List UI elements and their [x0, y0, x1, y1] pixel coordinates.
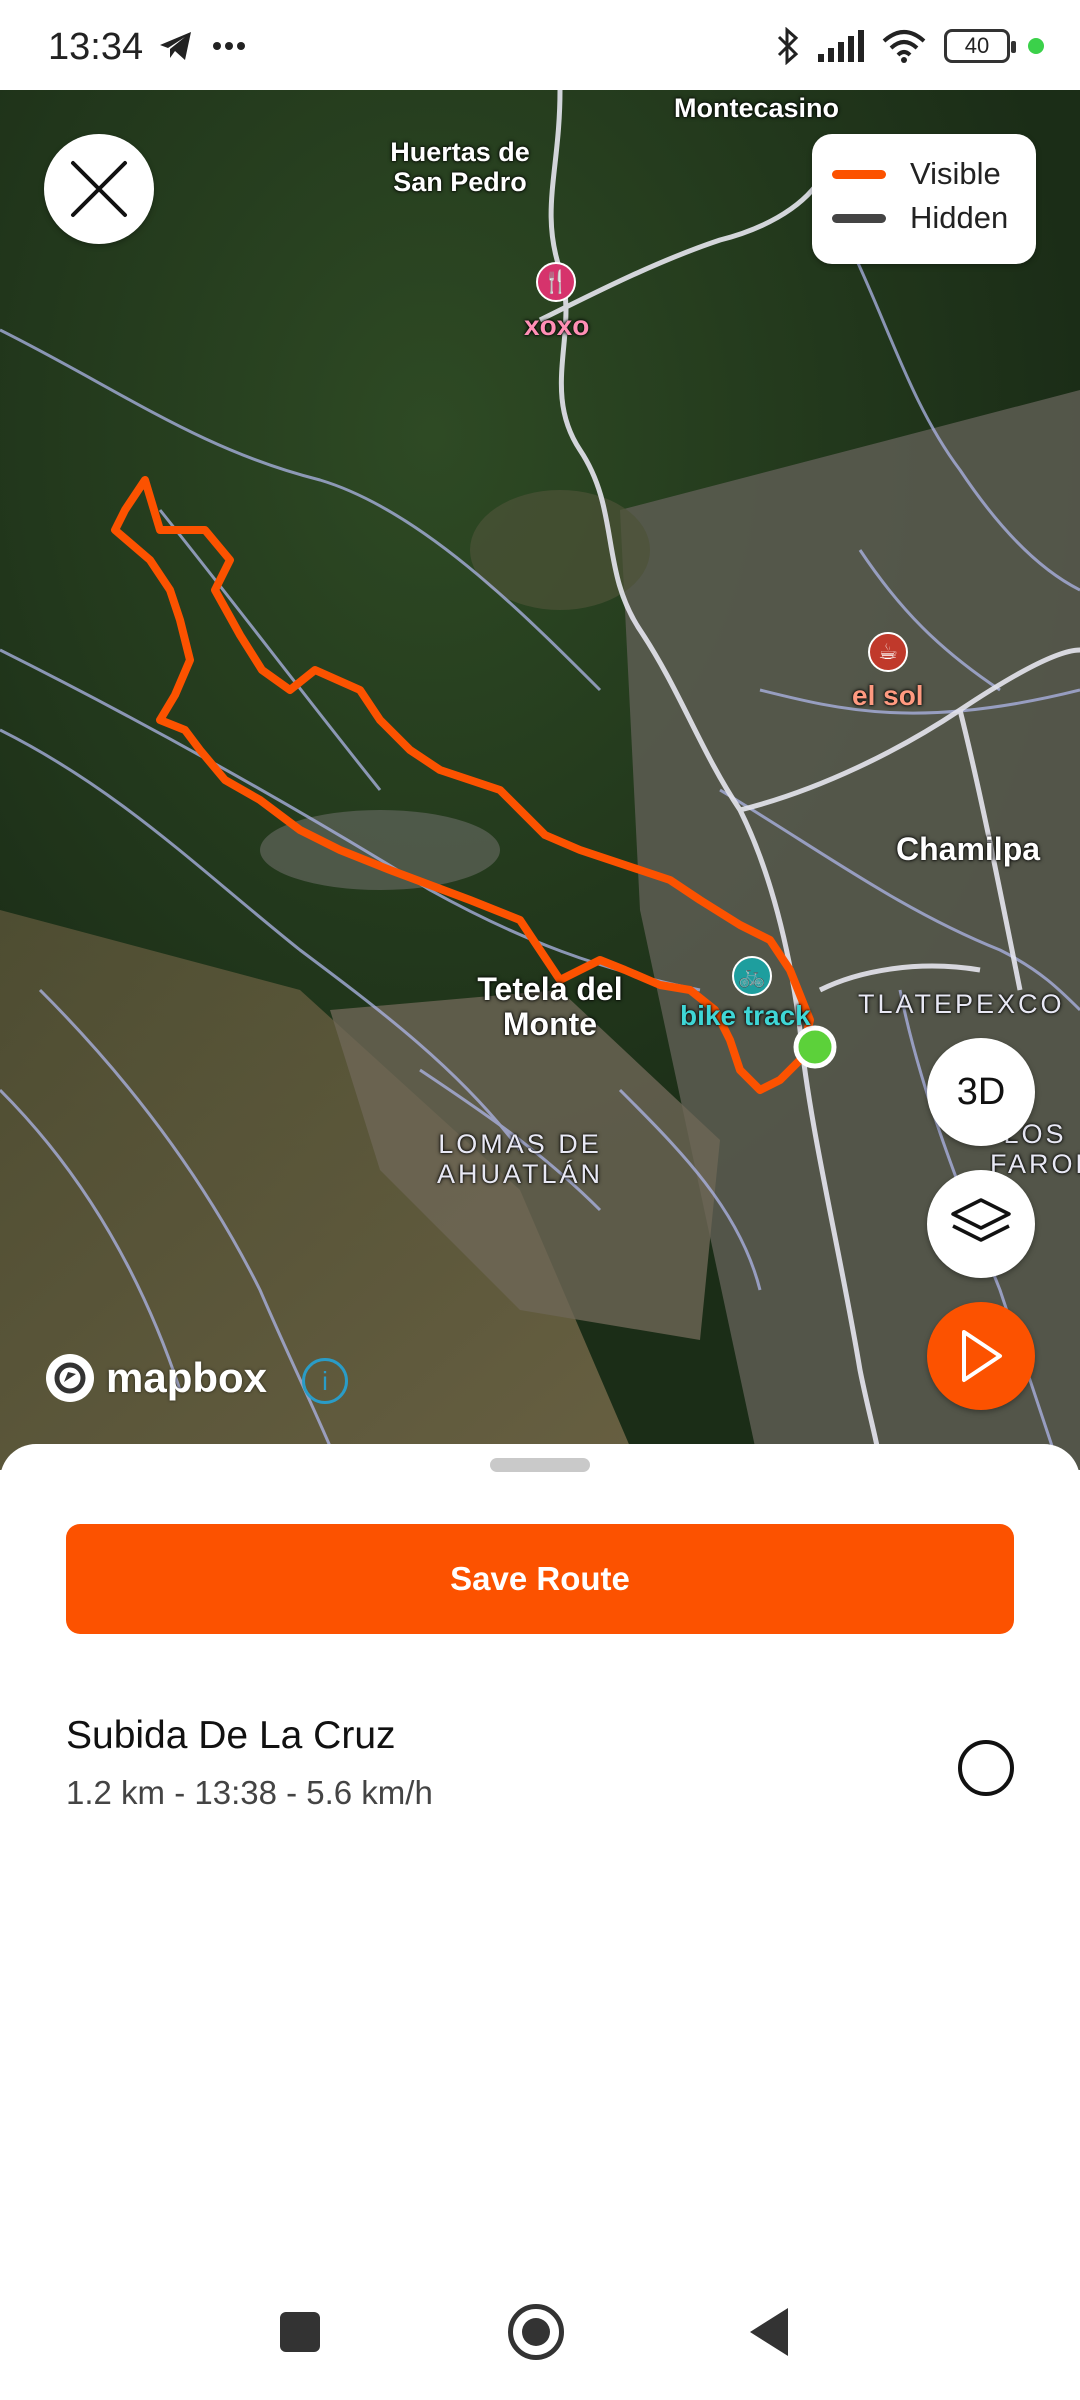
home-button[interactable]	[508, 2304, 564, 2360]
status-left-icons	[158, 26, 246, 66]
place-label-tetela-line2: Monte	[502, 1006, 598, 1043]
place-label-tlatepexco: TLATEPEXCO	[858, 989, 1065, 1019]
bluetooth-icon	[777, 27, 799, 65]
legend-swatch-visible	[832, 169, 886, 179]
legend-row-visible: Visible	[832, 152, 1016, 196]
map-view[interactable]: Montecasino Huertas de San Pedro Chamilp…	[0, 90, 1080, 1470]
place-label-huertas: Huertas de San Pedro	[390, 137, 530, 197]
system-nav-bar	[0, 2290, 1080, 2370]
close-icon	[71, 161, 127, 217]
route-name: Subida De La Cruz	[66, 1714, 396, 1757]
place-label-tetela-line1: Tetela del	[477, 971, 623, 1007]
route-legend: Visible Hidden	[812, 134, 1036, 264]
legend-swatch-hidden	[832, 213, 886, 223]
battery-icon: 40	[944, 29, 1016, 63]
3d-toggle-button[interactable]: 3D	[927, 1038, 1035, 1146]
place-label-lomas-line1: LOMAS DE	[438, 1129, 602, 1159]
play-icon	[962, 1330, 1002, 1382]
wifi-icon	[882, 30, 926, 63]
signal-icon	[818, 30, 864, 62]
restaurant-icon[interactable]: 🍴	[536, 262, 576, 302]
legend-row-hidden: Hidden	[832, 196, 1016, 240]
mapbox-logo[interactable]: mapbox	[44, 1352, 267, 1404]
legend-label-visible: Visible	[910, 156, 1001, 191]
privacy-indicator-dot	[1028, 38, 1044, 54]
poi-label-xoxo[interactable]: xoxo	[524, 310, 589, 342]
play-flyover-button[interactable]	[927, 1302, 1035, 1410]
sheet-drag-handle[interactable]	[490, 1458, 590, 1472]
place-label-lomas-line2: AHUATLÁN	[436, 1158, 604, 1189]
mapbox-icon	[46, 1354, 94, 1402]
current-location-dot	[793, 1025, 837, 1069]
legend-label-hidden: Hidden	[910, 200, 1009, 235]
more-dots-icon	[213, 42, 245, 50]
cafe-icon[interactable]: ☕	[868, 632, 908, 672]
bottom-sheet: Save Route Subida De La Cruz 1.2 km - 13…	[0, 1444, 1080, 2400]
back-button[interactable]	[750, 2308, 788, 2356]
layers-icon	[951, 1198, 1011, 1242]
bike-icon[interactable]: 🚲	[732, 956, 772, 996]
place-label-huertas-line1: Huertas de	[390, 137, 530, 167]
place-label-huertas-line2: San Pedro	[393, 166, 527, 197]
status-time: 13:34	[48, 26, 144, 68]
place-label-montecasino: Montecasino	[674, 93, 840, 123]
place-label-tetela: Tetela del Monte	[470, 971, 630, 1043]
telegram-icon	[160, 32, 191, 60]
poi-label-bike-track[interactable]: bike track	[680, 1000, 811, 1032]
place-label-chamilpa: Chamilpa	[896, 831, 1041, 867]
mapbox-wordmark: mapbox	[106, 1354, 268, 1401]
status-bar: 13:34 40	[0, 0, 1080, 90]
satellite-terrain	[0, 90, 1080, 1470]
route-list-item[interactable]: Subida De La Cruz 1.2 km - 13:38 - 5.6 k…	[66, 1714, 1014, 1824]
place-label-lomas: LOMAS DE AHUATLÁN	[430, 1129, 610, 1189]
route-select-radio[interactable]	[958, 1740, 1014, 1796]
attribution-info-icon[interactable]: i	[302, 1358, 348, 1404]
status-right-icons: 40	[776, 26, 1044, 66]
poi-label-el-sol[interactable]: el sol	[852, 680, 924, 712]
recents-button[interactable]	[280, 2312, 320, 2352]
close-button[interactable]	[44, 134, 154, 244]
battery-level: 40	[964, 33, 990, 58]
save-route-button[interactable]: Save Route	[66, 1524, 1014, 1634]
route-meta: 1.2 km - 13:38 - 5.6 km/h	[66, 1774, 433, 1811]
map-layers-button[interactable]	[927, 1170, 1035, 1278]
